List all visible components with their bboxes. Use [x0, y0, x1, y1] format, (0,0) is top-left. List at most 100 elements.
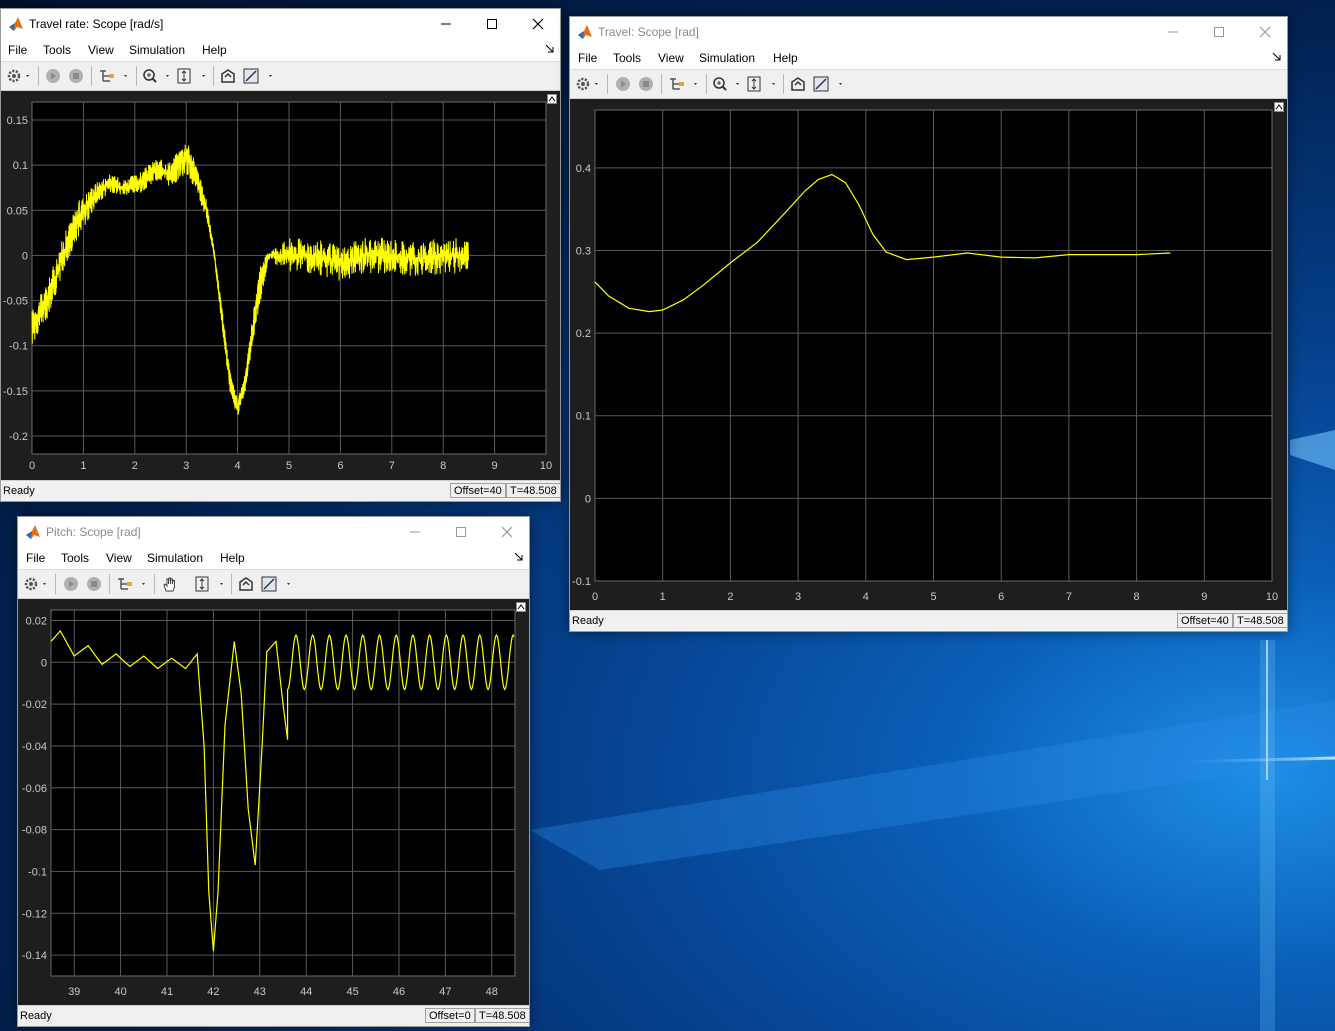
settings-gear-icon: [24, 577, 46, 591]
window-title: Travel rate: Scope [rad/s]: [29, 17, 164, 31]
minimize-button[interactable]: [1150, 17, 1196, 47]
title-bar[interactable]: Travel rate: Scope [rad/s]: [1, 9, 560, 39]
menu-bar: File Tools View Simulation Help: [570, 47, 1287, 69]
close-button[interactable]: [1242, 17, 1288, 47]
measurement-button[interactable]: [243, 67, 277, 85]
signal-selector-button[interactable]: [115, 575, 149, 593]
close-button[interactable]: [515, 9, 561, 39]
plot-area[interactable]: 0 1 2 3 4 5 6 7 8 9 10 -0.1 0 0.1 0.2 0.3 0.4: [570, 99, 1287, 610]
y-tick-label: 0: [41, 657, 47, 669]
stop-button[interactable]: [637, 75, 655, 93]
y-tick-label: 0: [22, 250, 28, 262]
menu-help[interactable]: Help: [220, 551, 245, 565]
status-bar: Ready Offset=0 T=48.508: [18, 1005, 530, 1026]
travel-rate-scope-window[interactable]: Travel rate: Scope [rad/s] File Tools Vi…: [0, 8, 561, 502]
dock-arrow-icon[interactable]: [514, 552, 523, 561]
x-tick-label: 5: [930, 591, 936, 603]
x-tick-label: 4: [863, 591, 869, 603]
signal-selector-button[interactable]: [97, 67, 131, 85]
menu-view[interactable]: View: [106, 551, 132, 565]
run-button[interactable]: [62, 575, 80, 593]
status-bar: Ready Offset=40 T=48.508: [570, 610, 1288, 631]
pitch-axes[interactable]: 39 40 41 42 43 44 45 46 47 48 -0.14 -0.12 -0.1 -0.08 -…: [18, 599, 529, 1005]
x-tick-label: 41: [161, 986, 173, 998]
title-bar[interactable]: Travel: Scope [rad]: [570, 17, 1287, 47]
signal-select-icon: [100, 70, 127, 82]
minimize-button[interactable]: [423, 9, 469, 39]
minimize-button[interactable]: [392, 517, 438, 547]
close-button[interactable]: [484, 517, 530, 547]
x-tick-label: 44: [300, 986, 312, 998]
maximize-button[interactable]: [469, 9, 515, 39]
plot-area[interactable]: 0 1 2 3 4 5 6 7 8 9 10 -0.2 -0.15 -0.1 -0.05 0 0.05 0.1 0.…: [1, 91, 560, 480]
y-tick-label: -0.08: [22, 825, 47, 837]
title-bar[interactable]: Pitch: Scope [rad]: [18, 517, 529, 547]
menu-help[interactable]: Help: [202, 43, 227, 57]
y-tick-label: 0: [585, 493, 591, 505]
menu-simulation[interactable]: Simulation: [147, 551, 203, 565]
x-tick-label: 46: [393, 986, 405, 998]
y-tick-label: -0.02: [22, 699, 47, 711]
restore-axes-button[interactable]: [219, 67, 237, 85]
restore-axes-button[interactable]: [237, 575, 255, 593]
signal-selector-button[interactable]: [667, 75, 701, 93]
close-icon: [1259, 26, 1271, 38]
y-tick-label: 0.05: [7, 205, 28, 217]
settings-button[interactable]: [4, 67, 34, 85]
x-tick-label: 5: [286, 460, 292, 472]
undock-icon[interactable]: [547, 94, 557, 104]
y-tick-label: -0.1: [28, 866, 47, 878]
zoom-button[interactable]: [142, 67, 174, 85]
settings-button[interactable]: [573, 75, 603, 93]
menu-tools[interactable]: Tools: [43, 43, 71, 57]
menu-bar: File Tools View Simulation Help: [18, 547, 529, 569]
maximize-icon: [456, 527, 466, 537]
minimize-icon: [441, 23, 451, 25]
travel-rate-axes[interactable]: 0 1 2 3 4 5 6 7 8 9 10 -0.2 -0.15 -0.1 -0.05 0 0.05 0.1 0.…: [1, 91, 560, 480]
dock-arrow-icon[interactable]: [1272, 52, 1281, 61]
y-tick-label: -0.2: [9, 431, 28, 443]
menu-simulation[interactable]: Simulation: [129, 43, 185, 57]
maximize-button[interactable]: [1196, 17, 1242, 47]
maximize-icon: [487, 19, 497, 29]
menu-simulation[interactable]: Simulation: [699, 51, 755, 65]
autoscale-button[interactable]: [176, 67, 210, 85]
menu-file[interactable]: File: [578, 51, 597, 65]
undock-icon[interactable]: [516, 602, 526, 612]
menu-help[interactable]: Help: [773, 51, 798, 65]
restore-axes-button[interactable]: [789, 75, 807, 93]
measurement-button[interactable]: [261, 575, 295, 593]
y-tick-label: 0.1: [13, 160, 28, 172]
x-tick-label: 4: [235, 460, 241, 472]
x-tick-label: 0: [29, 460, 35, 472]
y-tick-label: 0.15: [7, 115, 28, 127]
matlab-logo-icon: [9, 17, 23, 31]
menu-file[interactable]: File: [8, 43, 27, 57]
travel-scope-window[interactable]: Travel: Scope [rad] File Tools View Simu…: [569, 16, 1288, 632]
dock-arrow-icon[interactable]: [545, 44, 554, 53]
run-button[interactable]: [44, 67, 62, 85]
pitch-scope-window[interactable]: Pitch: Scope [rad] File Tools View Simul…: [17, 516, 530, 1027]
zoom-button[interactable]: [712, 75, 744, 93]
plot-area[interactable]: 39 40 41 42 43 44 45 46 47 48 -0.14 -0.12 -0.1 -0.08 -…: [18, 599, 529, 1005]
menu-tools[interactable]: Tools: [613, 51, 641, 65]
settings-button[interactable]: [21, 575, 51, 593]
undock-icon[interactable]: [1274, 102, 1284, 112]
measurement-button[interactable]: [813, 75, 847, 93]
x-tick-label: 9: [1201, 591, 1207, 603]
menu-view[interactable]: View: [658, 51, 684, 65]
stop-button[interactable]: [67, 67, 85, 85]
maximize-button[interactable]: [438, 517, 484, 547]
run-button[interactable]: [614, 75, 632, 93]
y-tick-label: 0.1: [576, 411, 591, 423]
menu-view[interactable]: View: [88, 43, 114, 57]
travel-axes[interactable]: 0 1 2 3 4 5 6 7 8 9 10-0.100.10.20.30.4: [570, 99, 1287, 610]
autoscale-button[interactable]: [746, 75, 780, 93]
pan-button[interactable]: [160, 575, 180, 593]
y-tick-label: -0.06: [22, 783, 47, 795]
run-icon: [46, 69, 60, 83]
menu-file[interactable]: File: [26, 551, 45, 565]
autoscale-button[interactable]: [194, 575, 228, 593]
menu-tools[interactable]: Tools: [61, 551, 89, 565]
stop-button[interactable]: [85, 575, 103, 593]
